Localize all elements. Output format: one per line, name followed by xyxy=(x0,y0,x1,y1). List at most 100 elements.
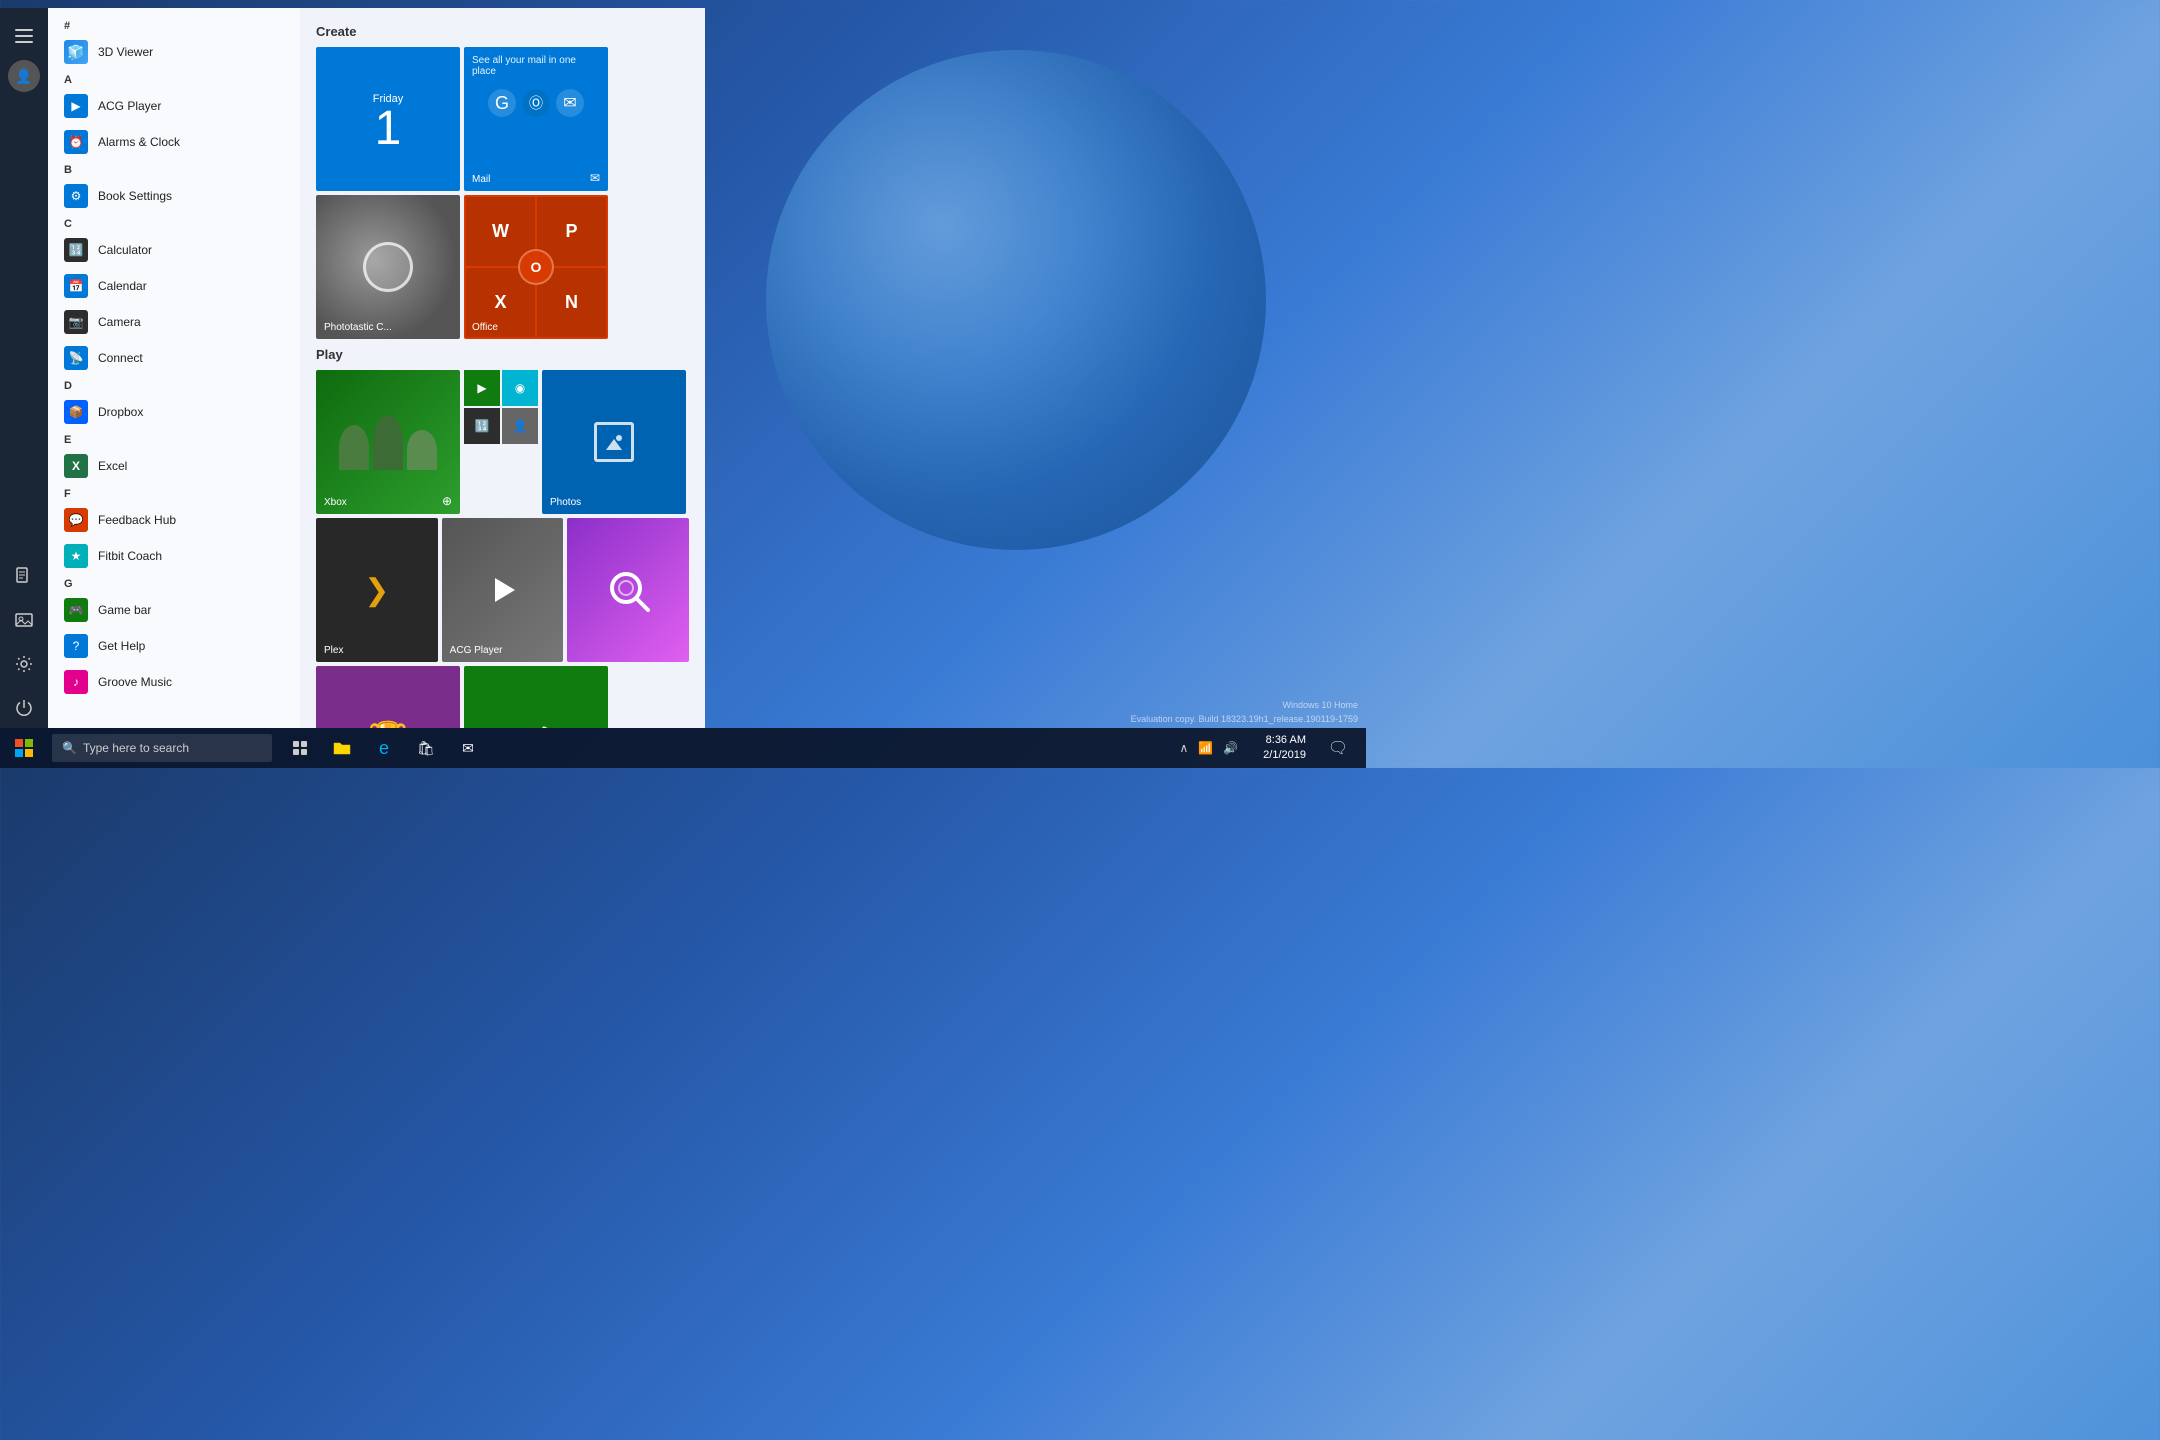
eval-text: Windows 10 Home Evaluation copy. Build 1… xyxy=(1131,699,1358,726)
app-icon-excel: X xyxy=(64,454,88,478)
edge-taskbar[interactable]: e xyxy=(364,728,404,768)
tile-calendar[interactable]: Friday 1 xyxy=(316,47,460,191)
notification-center-button[interactable]: 🗨 xyxy=(1318,728,1358,768)
app-item-booksettings[interactable]: ⚙ Book Settings xyxy=(48,178,300,214)
tile-row-4: ❯ Plex ACG Player xyxy=(316,518,689,662)
camera-lens xyxy=(363,242,413,292)
app-name-feedbackhub: Feedback Hub xyxy=(98,513,176,527)
eval-line2: Evaluation copy. Build 18323.19h1_releas… xyxy=(1131,713,1358,727)
app-icon-feedbackhub: 💬 xyxy=(64,508,88,532)
app-item-feedbackhub[interactable]: 💬 Feedback Hub xyxy=(48,502,300,538)
tray-chevron[interactable]: ∧ xyxy=(1176,741,1191,755)
gmail-icon: G xyxy=(488,89,516,117)
tile-row-1: Friday 1 See all your mail in one place … xyxy=(316,47,689,191)
tile-row-3: Xbox ⊕ ▶ ◉ 🔢 👤 xyxy=(316,370,689,514)
app-name-acgplayer: ACG Player xyxy=(98,99,161,113)
tile-plex[interactable]: ❯ Plex xyxy=(316,518,438,662)
tile-photos[interactable]: Photos xyxy=(542,370,686,514)
tile-msn-money[interactable]: MSN Money xyxy=(464,666,608,728)
tile-msn-sports[interactable]: 🏆 MSN Sports xyxy=(316,666,460,728)
windows-logo-icon xyxy=(15,739,33,757)
app-item-groovemusic[interactable]: ♪ Groove Music xyxy=(48,664,300,700)
app-item-excel[interactable]: X Excel xyxy=(48,448,300,484)
taskbar-search-box[interactable]: 🔍 Type here to search xyxy=(52,734,272,762)
small-tiles-top: ▶ ◉ 🔢 👤 xyxy=(464,370,538,444)
calendar-date: 1 xyxy=(375,105,402,153)
acg-play-icon xyxy=(487,574,519,606)
app-icon-calculator: 🔢 xyxy=(64,238,88,262)
acg-tile-label: ACG Player xyxy=(450,645,503,656)
phototastic-label: Phototastic C... xyxy=(324,322,392,333)
app-icon-gamebar: 🎮 xyxy=(64,598,88,622)
hamburger-menu-button[interactable] xyxy=(4,16,44,56)
app-icon-groovemusic: ♪ xyxy=(64,670,88,694)
settings-icon[interactable] xyxy=(4,644,44,684)
volume-icon[interactable]: 🔊 xyxy=(1220,741,1241,755)
app-item-gethelp[interactable]: ? Get Help xyxy=(48,628,300,664)
app-name-calendar: Calendar xyxy=(98,279,147,293)
app-name-camera: Camera xyxy=(98,315,141,329)
tile-row-5: 🏆 MSN Sports MSN Money xyxy=(316,666,689,728)
taskbar-center-icons: e 🛍 ✉ xyxy=(280,728,488,768)
search-magnifier-icon xyxy=(604,566,652,614)
app-item-alarmsclock[interactable]: ⏰ Alarms & Clock xyxy=(48,124,300,160)
tiles-area: Create Friday 1 See all your mail in one… xyxy=(300,8,705,728)
app-item-camera[interactable]: 📷 Camera xyxy=(48,304,300,340)
tile-acg-player[interactable]: ACG Player xyxy=(442,518,564,662)
app-name-gamebar: Game bar xyxy=(98,603,151,617)
taskview-button[interactable] xyxy=(280,728,320,768)
system-clock[interactable]: 8:36 AM 2/1/2019 xyxy=(1255,733,1314,764)
taskbar-tray: ∧ 📶 🔊 8:36 AM 2/1/2019 🗨 xyxy=(1176,728,1366,768)
section-header-f: F xyxy=(48,484,300,502)
app-item-calendar[interactable]: 📅 Calendar xyxy=(48,268,300,304)
store-taskbar[interactable]: 🛍 xyxy=(406,728,446,768)
app-icon-connect: 📡 xyxy=(64,346,88,370)
pictures-icon[interactable] xyxy=(4,600,44,640)
tile-xbox[interactable]: Xbox ⊕ xyxy=(316,370,460,514)
office-tile-label: Office xyxy=(472,322,498,333)
section-header-b: B xyxy=(48,160,300,178)
app-item-3dviewer[interactable]: 🧊 3D Viewer xyxy=(48,34,300,70)
tile-game-small-1[interactable]: ▶ xyxy=(464,370,500,406)
app-list: # 🧊 3D Viewer A ▶ ACG Player ⏰ Alarms & … xyxy=(48,8,300,728)
tile-row-2: Phototastic C... W P X N O Office xyxy=(316,195,689,339)
photos-frame xyxy=(594,422,634,462)
section-header-d: D xyxy=(48,376,300,394)
section-header-e: E xyxy=(48,430,300,448)
tile-spy[interactable] xyxy=(567,518,689,662)
tile-game-small-3[interactable]: 🔢 xyxy=(464,408,500,444)
power-icon[interactable] xyxy=(4,688,44,728)
app-item-dropbox[interactable]: 📦 Dropbox xyxy=(48,394,300,430)
mail-subtitle: See all your mail in one place xyxy=(472,55,600,77)
app-name-calculator: Calculator xyxy=(98,243,152,257)
app-icon-camera: 📷 xyxy=(64,310,88,334)
app-icon-fitbitcoach: ★ xyxy=(64,544,88,568)
taskbar-search-icon: 🔍 xyxy=(62,741,77,755)
tile-office[interactable]: W P X N O Office xyxy=(464,195,608,339)
section-header-a: A xyxy=(48,70,300,88)
network-icon[interactable]: 📶 xyxy=(1195,741,1216,755)
section-header-c: C xyxy=(48,214,300,232)
app-item-acgplayer[interactable]: ▶ ACG Player xyxy=(48,88,300,124)
app-name-fitbitcoach: Fitbit Coach xyxy=(98,549,162,563)
start-button[interactable] xyxy=(0,728,48,768)
tile-phototastic[interactable]: Phototastic C... xyxy=(316,195,460,339)
xbox-tile-label: Xbox xyxy=(324,497,347,508)
start-sidebar: 👤 xyxy=(0,8,48,728)
tile-game-small-4[interactable]: 👤 xyxy=(502,408,538,444)
section-header-g: G xyxy=(48,574,300,592)
app-item-gamebar[interactable]: 🎮 Game bar xyxy=(48,592,300,628)
eval-line1: Windows 10 Home xyxy=(1131,699,1358,713)
app-item-connect[interactable]: 📡 Connect xyxy=(48,340,300,376)
mail-tile-label: Mail xyxy=(472,174,490,185)
clock-time: 8:36 AM xyxy=(1266,733,1306,748)
clock-date: 2/1/2019 xyxy=(1263,748,1306,763)
tile-game-small-2[interactable]: ◉ xyxy=(502,370,538,406)
user-avatar[interactable]: 👤 xyxy=(8,60,40,92)
app-item-fitbitcoach[interactable]: ★ Fitbit Coach xyxy=(48,538,300,574)
app-item-calculator[interactable]: 🔢 Calculator xyxy=(48,232,300,268)
file-explorer-taskbar[interactable] xyxy=(322,728,362,768)
documents-icon[interactable] xyxy=(4,556,44,596)
tile-mail[interactable]: See all your mail in one place G Ⓞ ✉ Mai… xyxy=(464,47,608,191)
mail-taskbar[interactable]: ✉ xyxy=(448,728,488,768)
